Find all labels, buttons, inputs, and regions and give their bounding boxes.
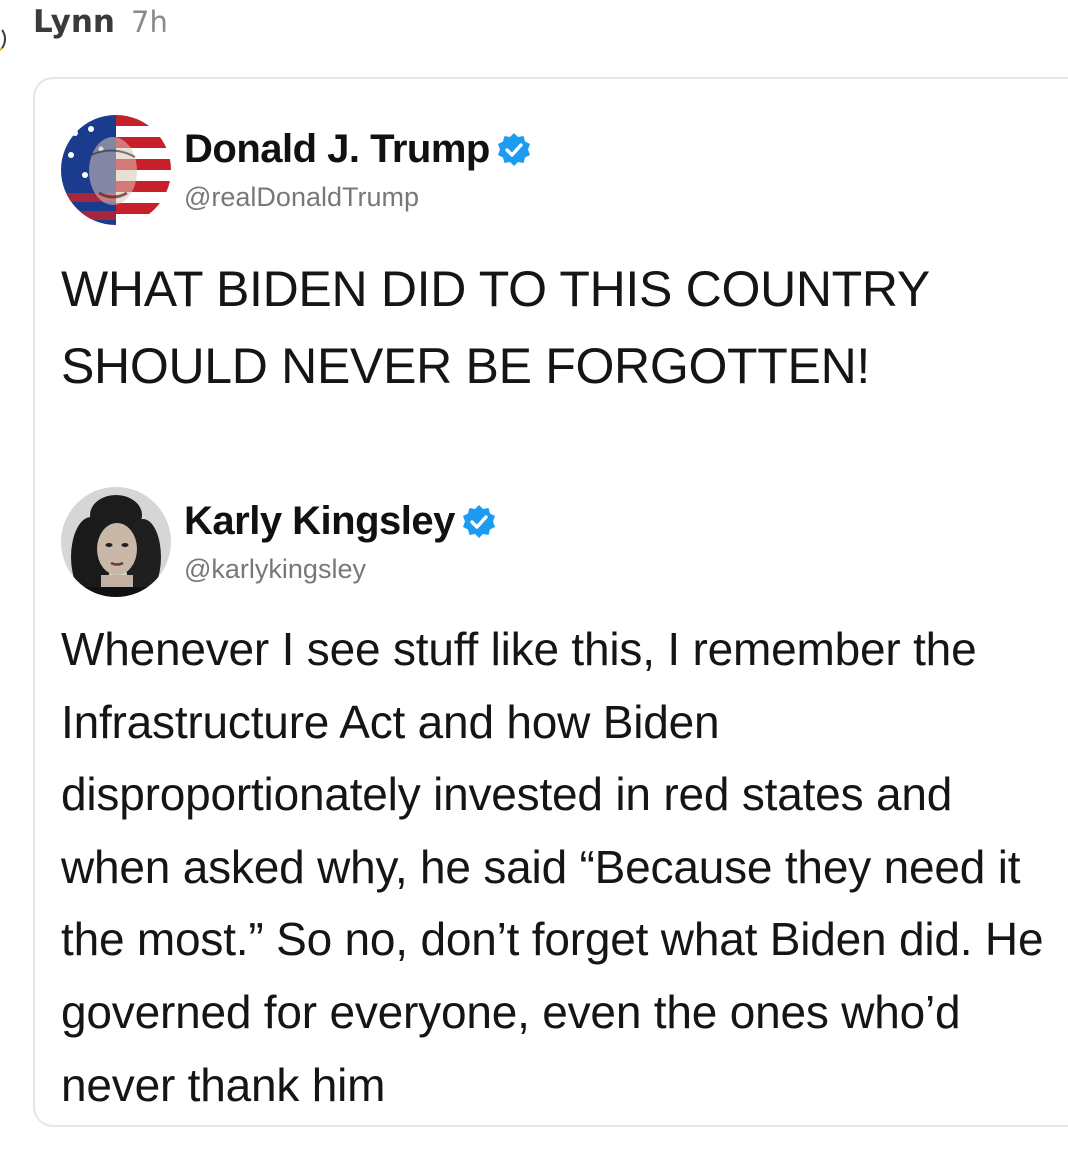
woman-portrait-avatar-icon bbox=[61, 487, 171, 597]
tweet-screenshot-card[interactable]: Donald J. Trump @realDonaldTrump WHAT BI… bbox=[33, 77, 1068, 1127]
author-name-row: Donald J. Trump bbox=[184, 127, 532, 172]
comment-avatar[interactable] bbox=[0, 26, 6, 52]
comment-post: Lynn 7h Donald J. Trump @realDonaldTrump… bbox=[0, 0, 1068, 1163]
comment-header: Lynn 7h bbox=[33, 4, 168, 44]
reply-author-name-row: Karly Kingsley bbox=[184, 499, 497, 544]
comment-timestamp: 7h bbox=[131, 5, 168, 39]
comment-username[interactable]: Lynn bbox=[33, 4, 115, 40]
reply-author-info: Karly Kingsley @karlykingsley bbox=[184, 499, 497, 585]
reply-tweet-text: Whenever I see stuff like this, I rememb… bbox=[61, 623, 1044, 1111]
reply-author-header: Karly Kingsley @karlykingsley bbox=[61, 487, 497, 597]
verified-badge-icon bbox=[496, 132, 532, 168]
flag-face-avatar-icon bbox=[61, 115, 171, 225]
verified-badge-icon bbox=[461, 504, 497, 540]
tweet-text: WHAT BIDEN DID TO THIS COUNTRY SHOULD NE… bbox=[61, 261, 929, 394]
author-handle[interactable]: @realDonaldTrump bbox=[184, 182, 532, 213]
author-info: Donald J. Trump @realDonaldTrump bbox=[184, 127, 532, 213]
reply-author-handle[interactable]: @karlykingsley bbox=[184, 554, 497, 585]
tweet-author-header: Donald J. Trump @realDonaldTrump bbox=[61, 115, 532, 225]
author-name[interactable]: Donald J. Trump bbox=[184, 127, 490, 172]
reply-author-name[interactable]: Karly Kingsley bbox=[184, 499, 455, 544]
